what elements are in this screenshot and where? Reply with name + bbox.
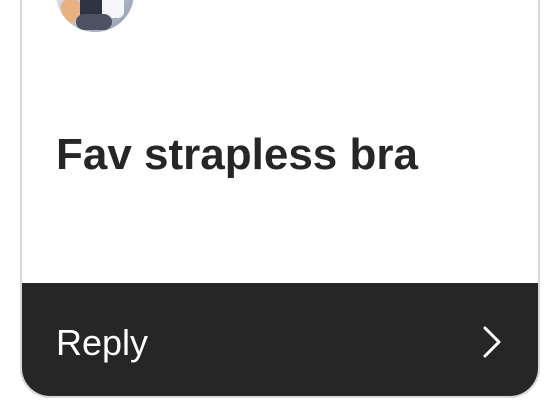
chevron-right-icon <box>483 326 501 358</box>
reply-button[interactable]: Reply <box>22 283 538 396</box>
story-message: Fav strapless bra <box>56 130 418 179</box>
reply-card: dmokibbo Fav strapless bra Reply <box>20 0 540 398</box>
story-header: dmokibbo <box>56 0 516 32</box>
reply-label: Reply <box>56 322 149 363</box>
avatar[interactable] <box>56 0 134 32</box>
